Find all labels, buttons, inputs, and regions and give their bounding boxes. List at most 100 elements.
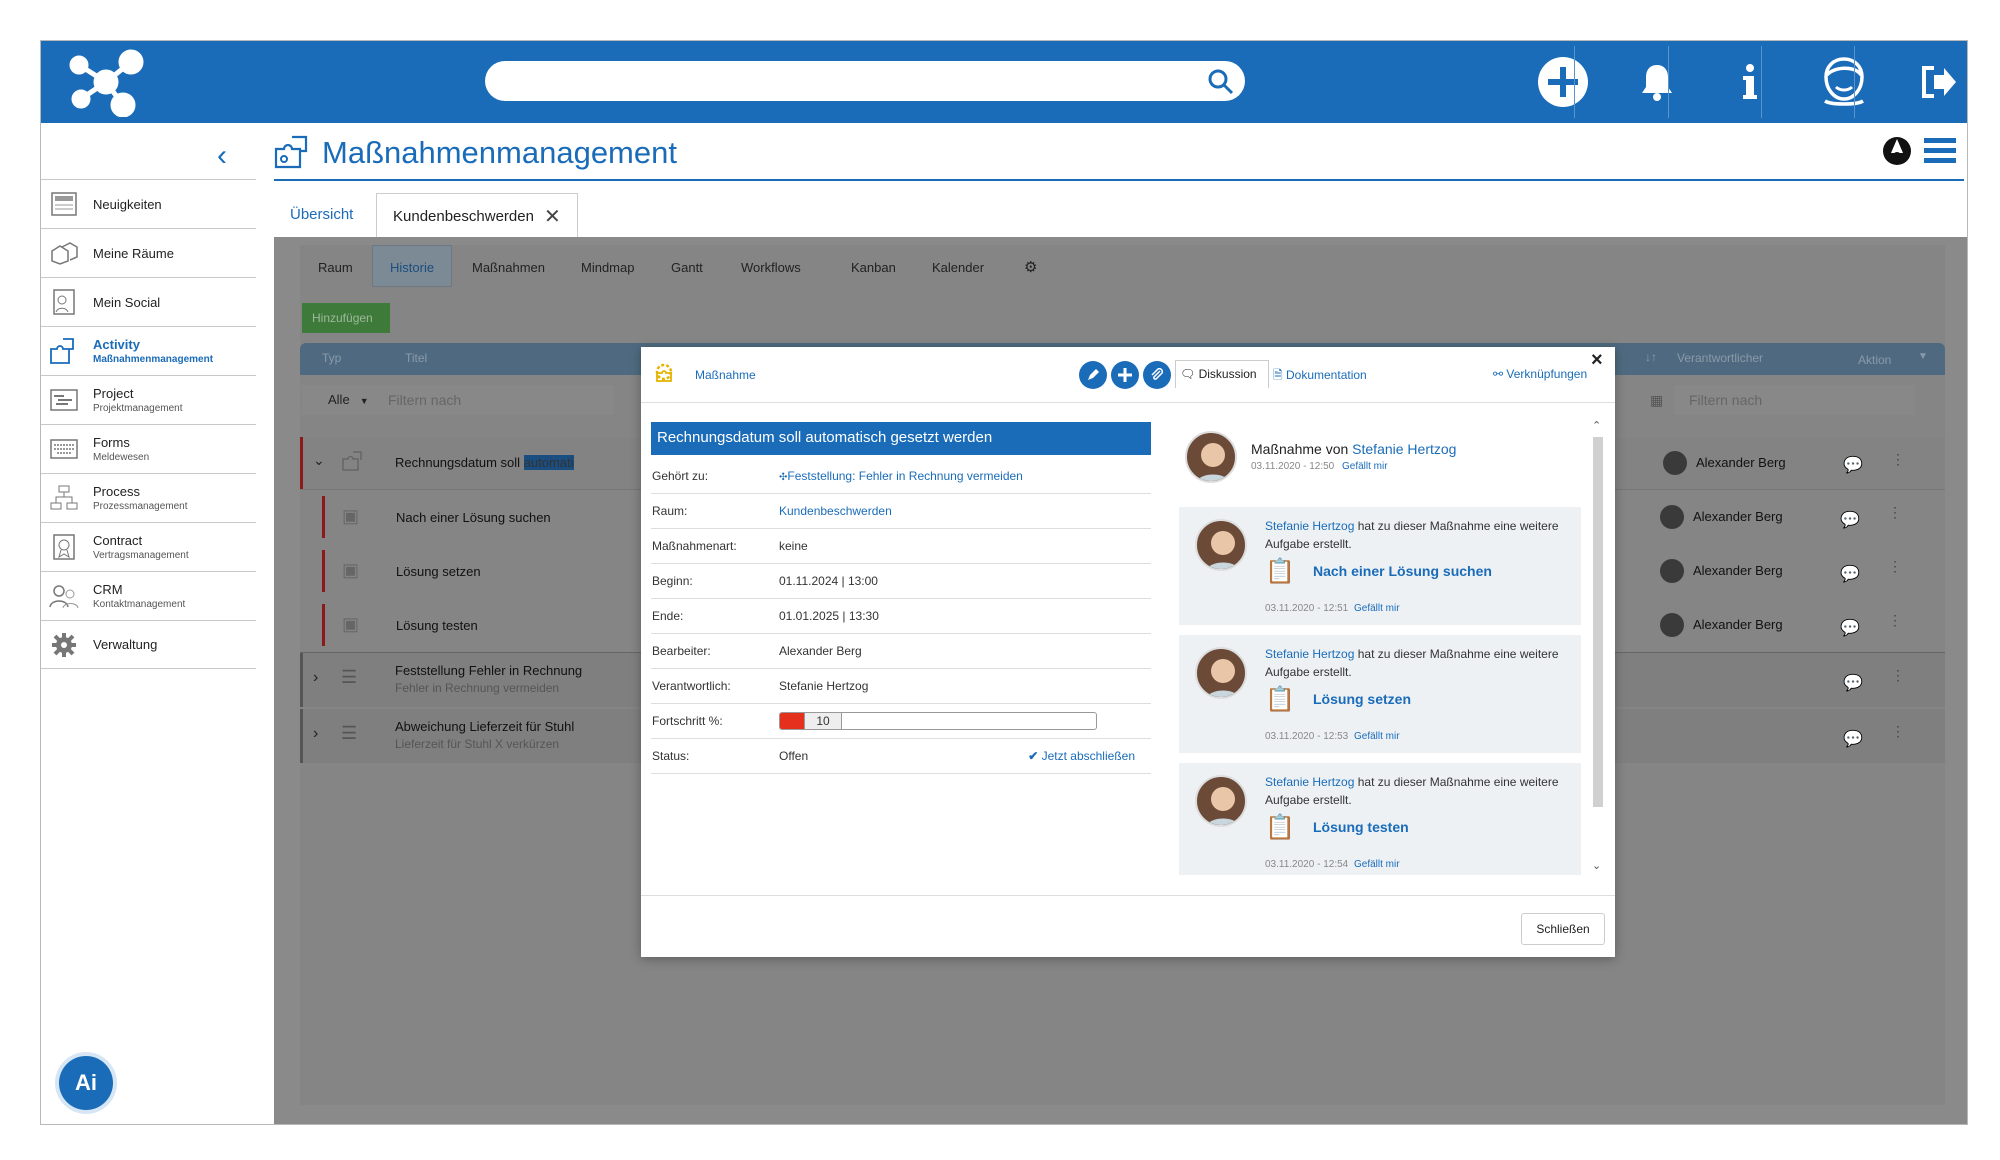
settings-gear-icon[interactable]: ⚙: [1024, 258, 1037, 276]
comment-icon[interactable]: 💬: [1843, 673, 1863, 693]
discussion-post: Stefanie Hertzog hat zu dieser Maßnahme …: [1179, 507, 1581, 625]
sidebar-item-contract[interactable]: Contract Vertragsmanagement: [41, 522, 256, 571]
more-icon[interactable]: ⋮: [1888, 612, 1902, 629]
close-button[interactable]: Schließen: [1521, 913, 1605, 945]
more-icon[interactable]: ⋮: [1891, 723, 1905, 740]
profile-button[interactable]: [1798, 41, 1890, 123]
comment-icon[interactable]: 💬: [1840, 564, 1860, 584]
comment-icon[interactable]: 💬: [1840, 618, 1860, 638]
app-window: ‹ Neuigkeiten Meine Räume Mein Social Ac…: [40, 40, 1968, 1125]
task-link[interactable]: Lösung testen: [1313, 819, 1409, 835]
subtab-kalender[interactable]: Kalender: [932, 260, 984, 275]
subtab-workflows[interactable]: Workflows: [741, 260, 801, 275]
sidebar-item-label: Process: [93, 484, 140, 499]
subtab-gantt[interactable]: Gantt: [671, 260, 703, 275]
task-link[interactable]: Lösung setzen: [1313, 691, 1411, 707]
menu-icon[interactable]: [1924, 137, 1956, 170]
close-tab-icon[interactable]: ✕: [544, 204, 561, 229]
row-title: Nach einer Lösung suchen: [396, 510, 551, 525]
task-link[interactable]: Nach einer Lösung suchen: [1313, 563, 1492, 579]
links-button[interactable]: ⚯ Verknüpfungen: [1493, 367, 1587, 381]
notifications-button[interactable]: [1611, 41, 1703, 123]
field-row: Fortschritt %: 10: [651, 704, 1151, 739]
search-input[interactable]: [485, 61, 1245, 101]
attach-button[interactable]: [1143, 361, 1171, 389]
chevron-down-icon[interactable]: ▼: [1918, 351, 1928, 362]
tab-diskussion[interactable]: 🗨 Diskussion: [1175, 360, 1269, 388]
add-button[interactable]: [1517, 41, 1609, 123]
sidebar-item-forms[interactable]: Forms Meldewesen: [41, 424, 256, 473]
sidebar-item-neuigkeiten[interactable]: Neuigkeiten: [41, 179, 256, 228]
tab-kundenbeschwerden[interactable]: Kundenbeschwerden ✕: [376, 193, 578, 238]
subtab-massnahmen[interactable]: Maßnahmen: [472, 260, 545, 275]
add-task-button[interactable]: [1111, 361, 1139, 389]
process-icon: [49, 483, 79, 513]
app-logo-icon[interactable]: [61, 47, 151, 122]
more-icon[interactable]: ⋮: [1891, 667, 1905, 684]
field-row: Bearbeiter: Alexander Berg: [651, 634, 1151, 669]
close-icon[interactable]: ×: [1591, 349, 1603, 372]
add-button[interactable]: Hinzufügen: [302, 303, 390, 333]
sidebar-item-mein-social[interactable]: Mein Social: [41, 277, 256, 326]
room-link[interactable]: Kundenbeschwerden: [779, 504, 1151, 518]
row-marker: [322, 550, 325, 592]
more-icon[interactable]: ⋮: [1888, 504, 1902, 521]
logout-button[interactable]: [1892, 41, 1967, 123]
progress-bar[interactable]: 10: [779, 712, 1097, 730]
sidebar-item-crm[interactable]: CRM Kontaktmanagement: [41, 571, 256, 620]
tab-uebersicht[interactable]: Übersicht: [274, 193, 369, 235]
row-title-highlight: automati: [523, 455, 574, 470]
comment-icon[interactable]: 💬: [1843, 729, 1863, 749]
like-link[interactable]: Gefällt mir: [1354, 731, 1400, 742]
filter-title-input[interactable]: Filtern nach: [374, 385, 614, 415]
chevron-right-icon[interactable]: ›: [313, 669, 318, 687]
calendar-icon[interactable]: ▦: [1650, 392, 1663, 409]
col-typ: Typ: [322, 351, 342, 365]
more-icon[interactable]: ⋮: [1891, 451, 1905, 468]
main-post-time: 03.11.2020 - 12:50: [1251, 461, 1335, 472]
link-icon: ⚯: [1493, 367, 1504, 381]
collapse-sidebar-icon[interactable]: ‹: [217, 141, 227, 171]
avatar: [1660, 559, 1684, 583]
author-link[interactable]: Stefanie Hertzog: [1265, 647, 1354, 661]
edit-button[interactable]: [1079, 361, 1107, 389]
sidebar-item-process[interactable]: Process Prozessmanagement: [41, 473, 256, 522]
ai-assistant-button[interactable]: Ai: [59, 1056, 113, 1110]
scroll-down-icon[interactable]: ⌄: [1592, 859, 1601, 872]
search-icon[interactable]: [1207, 68, 1235, 101]
sidebar-item-meine-raeume[interactable]: Meine Räume: [41, 228, 256, 277]
subtab-raum[interactable]: Raum: [318, 260, 353, 275]
chevron-down-icon[interactable]: ⌄: [313, 452, 325, 469]
discussion-scrollbar[interactable]: ⌃ ⌄: [1591, 419, 1605, 875]
sort-icon[interactable]: ↓↑: [1645, 350, 1657, 364]
more-icon[interactable]: ⋮: [1888, 558, 1902, 575]
author-link[interactable]: Stefanie Hertzog: [1265, 775, 1354, 789]
row-responsible: Alexander Berg: [1696, 455, 1786, 470]
parent-link[interactable]: ✣Feststellung: Fehler in Rechnung vermei…: [779, 469, 1151, 483]
avatar: [1660, 505, 1684, 529]
info-button[interactable]: [1704, 41, 1796, 123]
comment-icon[interactable]: 💬: [1840, 510, 1860, 530]
author-link[interactable]: Stefanie Hertzog: [1265, 519, 1354, 533]
subtab-mindmap[interactable]: Mindmap: [581, 260, 634, 275]
sidebar-item-verwaltung[interactable]: Verwaltung: [41, 620, 256, 669]
sidebar-item-activity[interactable]: Activity Maßnahmenmanagement: [41, 326, 256, 375]
like-link[interactable]: Gefällt mir: [1354, 603, 1400, 614]
brand-badge-icon[interactable]: [1881, 135, 1913, 172]
field-label: Raum:: [652, 504, 688, 518]
comment-icon[interactable]: 💬: [1843, 455, 1863, 475]
subtab-kanban[interactable]: Kanban: [851, 260, 896, 275]
complete-now-link[interactable]: ✔ Jetzt abschließen: [1028, 749, 1135, 763]
like-link[interactable]: Gefällt mir: [1342, 461, 1388, 472]
subtab-historie[interactable]: Historie: [390, 260, 434, 275]
scroll-thumb[interactable]: [1593, 437, 1603, 807]
chevron-right-icon[interactable]: ›: [313, 725, 318, 743]
filter-responsible-input[interactable]: Filtern nach: [1674, 385, 1914, 415]
info-icon: [1743, 64, 1757, 99]
filter-type-select[interactable]: Alle ▼: [302, 385, 382, 415]
author-link[interactable]: Stefanie Hertzog: [1352, 441, 1456, 457]
sidebar-item-project[interactable]: Project Projektmanagement: [41, 375, 256, 424]
like-link[interactable]: Gefällt mir: [1354, 859, 1400, 870]
tab-dokumentation[interactable]: 🗎 Dokumentation: [1273, 366, 1367, 387]
scroll-up-icon[interactable]: ⌃: [1592, 419, 1601, 432]
